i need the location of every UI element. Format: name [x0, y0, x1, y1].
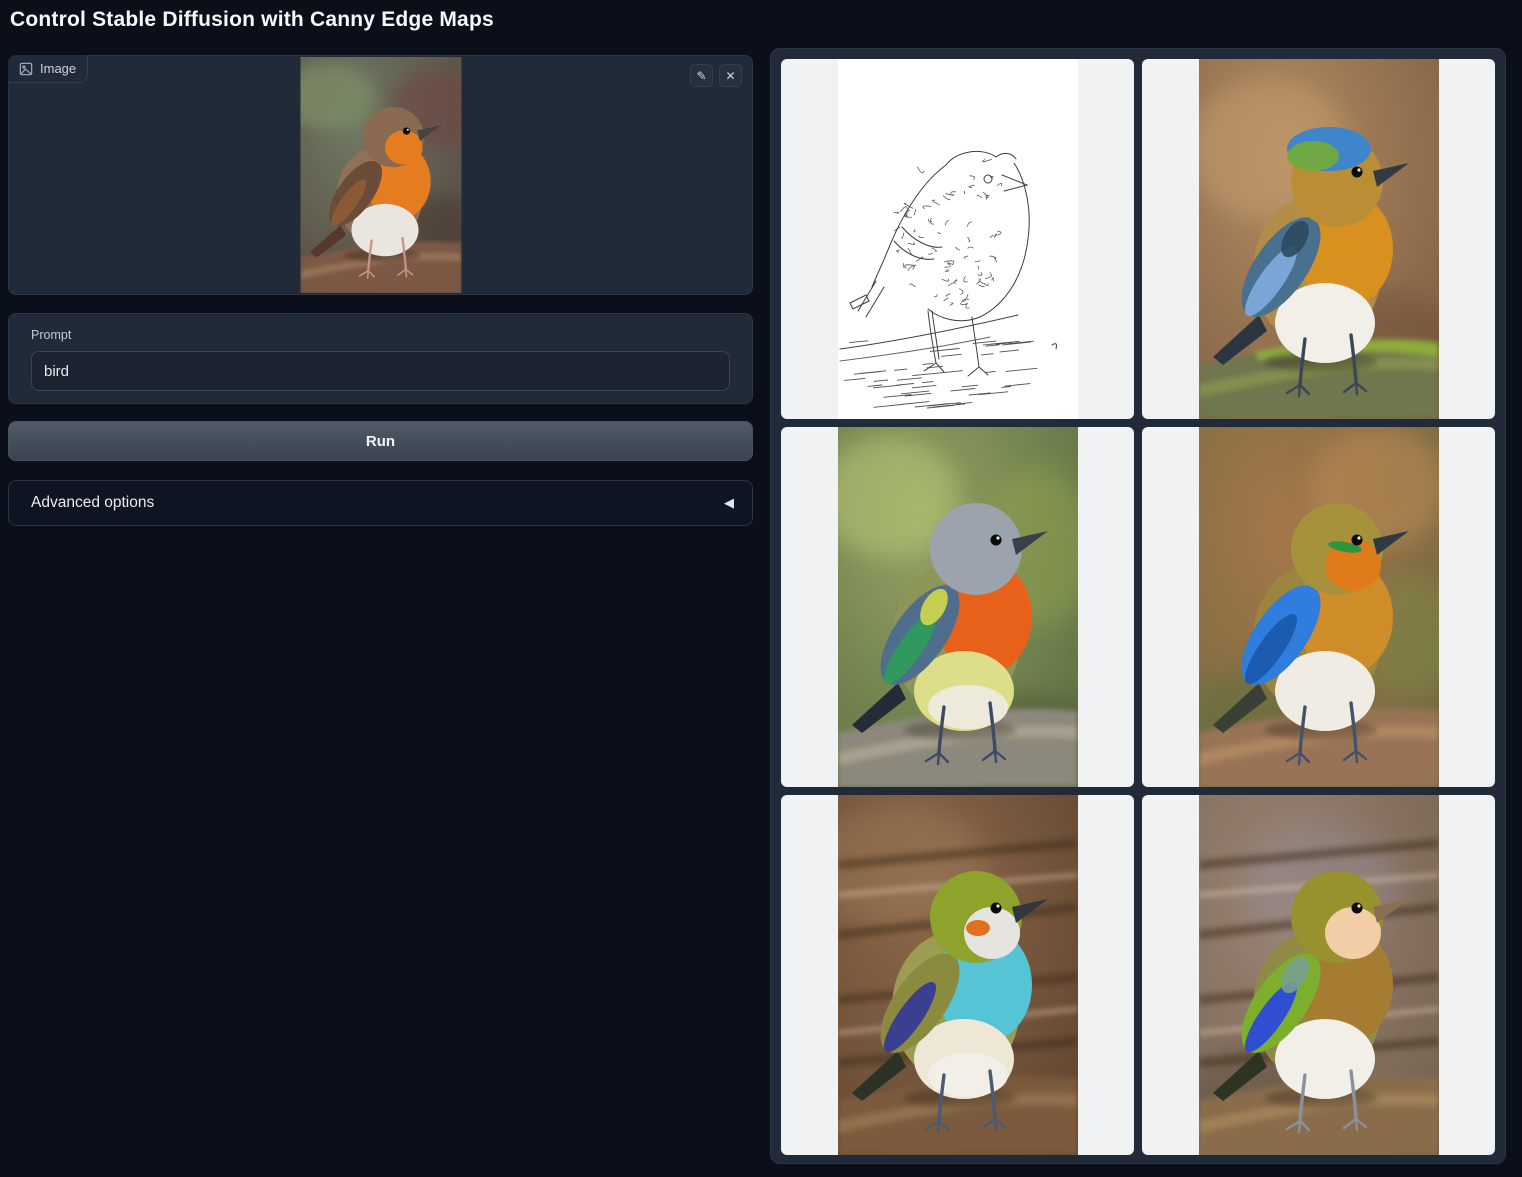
- gallery-item[interactable]: [1142, 59, 1495, 419]
- image-upload-block: Image ✎ ✕: [8, 55, 753, 295]
- clear-image-button[interactable]: ✕: [719, 64, 742, 87]
- close-icon: ✕: [725, 70, 735, 82]
- input-image[interactable]: [300, 57, 461, 293]
- app: Control Stable Diffusion with Canny Edge…: [0, 0, 1522, 1177]
- generated-bird-thumbnail: [838, 795, 1078, 1155]
- generated-bird-thumbnail: [1199, 795, 1439, 1155]
- advanced-options-accordion[interactable]: Advanced options ◀: [8, 480, 753, 526]
- run-button[interactable]: Run: [8, 421, 753, 461]
- generated-bird-thumbnail: [1199, 59, 1439, 419]
- generated-bird-thumbnail: [1199, 427, 1439, 787]
- canny-edge-thumbnail: [838, 59, 1078, 419]
- image-label-text: Image: [40, 61, 76, 76]
- collapse-arrow-icon: ◀: [724, 495, 734, 511]
- image-icon: [19, 62, 33, 76]
- gallery-item[interactable]: [781, 427, 1134, 787]
- gallery-item[interactable]: [1142, 427, 1495, 787]
- gallery-grid: [781, 59, 1495, 1153]
- advanced-options-label: Advanced options: [31, 494, 154, 512]
- page-title: Control Stable Diffusion with Canny Edge…: [10, 8, 494, 32]
- image-toolbar: ✎ ✕: [690, 64, 742, 87]
- edit-image-button[interactable]: ✎: [690, 64, 713, 87]
- image-component-label: Image: [8, 55, 88, 83]
- gallery-item[interactable]: [781, 795, 1134, 1155]
- prompt-input[interactable]: [31, 351, 730, 391]
- gallery-item[interactable]: [781, 59, 1134, 419]
- edit-icon: ✎: [696, 70, 706, 82]
- prompt-block: Prompt: [8, 313, 753, 404]
- prompt-label: Prompt: [31, 328, 730, 342]
- generated-bird-thumbnail: [838, 427, 1078, 787]
- gallery-item[interactable]: [1142, 795, 1495, 1155]
- output-gallery: [770, 48, 1506, 1164]
